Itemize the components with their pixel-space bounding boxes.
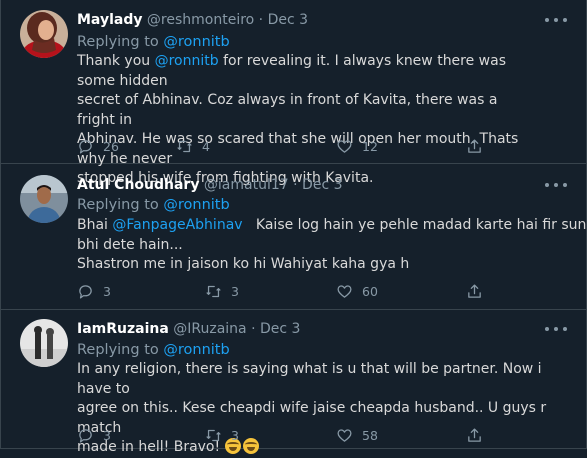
avatar[interactable]: [20, 175, 68, 223]
replying-to: Replying to @ronnitb: [77, 341, 230, 359]
retweet-button[interactable]: 4: [176, 136, 210, 156]
avatar[interactable]: [20, 319, 68, 367]
user-handle[interactable]: @iamatul17: [204, 177, 289, 193]
reply-button[interactable]: 26: [77, 136, 119, 156]
replying-to: Replying to @ronnitb: [77, 33, 230, 51]
reply-count: 3: [103, 283, 111, 299]
text-line: secret of Abhinav. Coz always in front o…: [77, 92, 498, 128]
tweet-actions: 3 3 58: [77, 425, 497, 445]
tweet-header: IamRuzaina @IRuzaina · Dec 3: [77, 320, 300, 338]
share-button[interactable]: [466, 136, 492, 156]
retweet-button[interactable]: 3: [205, 281, 239, 301]
share-icon: [468, 283, 481, 298]
tweet-date[interactable]: Dec 3: [260, 321, 300, 337]
text-line: bhi dete hain...: [77, 236, 183, 253]
retweet-count: 3: [231, 427, 239, 443]
tweet-2[interactable]: Atul Choudhary @iamatul17 · Dec 3 Replyi…: [1, 164, 587, 310]
more-icon[interactable]: [545, 180, 567, 190]
like-button[interactable]: 58: [336, 425, 378, 445]
display-name[interactable]: Maylady: [77, 12, 142, 28]
tweet-3[interactable]: IamRuzaina @IRuzaina · Dec 3 Replying to…: [1, 310, 586, 455]
text-fragment: Bhai: [77, 217, 113, 233]
display-name[interactable]: IamRuzaina: [77, 321, 169, 337]
tweet-header: Atul Choudhary @iamatul17 · Dec 3: [77, 176, 343, 194]
text-fragment: Kaise log hain ye pehle madad karte hai …: [242, 217, 587, 233]
like-icon: [337, 284, 352, 298]
retweet-icon: [177, 140, 192, 152]
like-icon: [337, 139, 352, 153]
separator: ·: [246, 321, 260, 337]
user-handle[interactable]: @reshmonteiro: [147, 12, 254, 28]
mention-link[interactable]: @ronnitb: [155, 53, 219, 69]
replying-to-label: Replying to: [77, 197, 164, 213]
retweet-count: 3: [231, 283, 239, 299]
retweet-count: 4: [202, 138, 210, 154]
like-count: 58: [362, 427, 378, 443]
reply-count: 26: [103, 138, 119, 154]
replying-to-label: Replying to: [77, 342, 164, 358]
retweet-icon: [206, 285, 221, 297]
timeline: Maylady @reshmonteiro · Dec 3 Replying t…: [0, 0, 587, 455]
tweet-date[interactable]: Dec 3: [302, 177, 342, 193]
share-icon: [468, 138, 481, 153]
replying-to: Replying to @ronnitb: [77, 196, 230, 214]
replying-to-link[interactable]: @ronnitb: [163, 342, 229, 358]
reply-count: 3: [103, 427, 111, 443]
like-icon: [337, 428, 352, 442]
reply-button[interactable]: 3: [77, 281, 111, 301]
retweet-icon: [206, 429, 221, 441]
tweet-actions: 3 3 60: [77, 281, 497, 301]
mention-link[interactable]: @FanpageAbhinav: [112, 217, 242, 233]
reply-button[interactable]: 3: [77, 425, 111, 445]
reply-icon: [79, 428, 92, 443]
like-count: 12: [362, 138, 378, 154]
like-count: 60: [362, 283, 378, 299]
replying-to-link[interactable]: @ronnitb: [163, 197, 229, 213]
share-icon: [468, 427, 481, 442]
tweet-text: Bhai @FanpageAbhinav Kaise log hain ye p…: [77, 216, 587, 275]
like-button[interactable]: 60: [336, 281, 378, 301]
text-line: In any religion, there is saying what is…: [77, 361, 542, 397]
tweet-actions: 26 4 12: [77, 136, 497, 156]
more-icon[interactable]: [545, 324, 567, 334]
tweet-1[interactable]: Maylady @reshmonteiro · Dec 3 Replying t…: [1, 0, 586, 186]
more-icon[interactable]: [545, 15, 567, 25]
tweet-header: Maylady @reshmonteiro · Dec 3: [77, 11, 308, 29]
separator: ·: [254, 12, 268, 28]
retweet-button[interactable]: 3: [205, 425, 239, 445]
replying-to-label: Replying to: [77, 34, 164, 50]
text-line: Shastron me in jaison ko hi Wahiyat kaha…: [77, 256, 410, 272]
reply-icon: [79, 284, 92, 299]
share-button[interactable]: [466, 281, 492, 301]
share-button[interactable]: [466, 425, 492, 445]
avatar[interactable]: [20, 10, 68, 58]
display-name[interactable]: Atul Choudhary: [77, 177, 199, 193]
separator: ·: [288, 177, 303, 193]
reply-icon: [79, 139, 92, 154]
like-button[interactable]: 12: [336, 136, 378, 156]
user-handle[interactable]: @IRuzaina: [173, 321, 246, 337]
replying-to-link[interactable]: @ronnitb: [163, 34, 229, 50]
text-fragment: Thank you: [77, 53, 155, 69]
tweet-date[interactable]: Dec 3: [268, 12, 308, 28]
